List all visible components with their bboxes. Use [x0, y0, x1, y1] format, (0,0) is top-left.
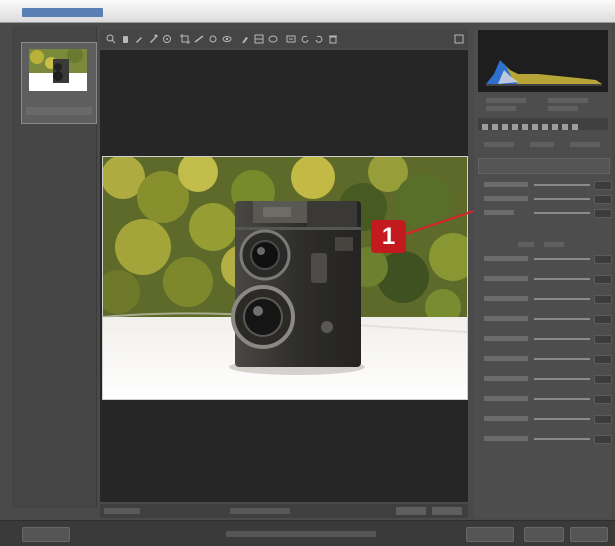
tone-curve-icon [492, 124, 498, 130]
adjustment-brush-icon[interactable] [240, 34, 250, 44]
spot-removal-icon[interactable] [208, 34, 218, 44]
open-image-button[interactable] [466, 527, 514, 542]
filmstrip-thumbnail[interactable] [21, 42, 97, 124]
slider-row[interactable] [484, 314, 612, 324]
slider-row[interactable] [484, 434, 612, 444]
basic-icon [482, 124, 488, 130]
filmstrip-heading [12, 28, 96, 42]
panel-tab-icons [482, 124, 578, 130]
detail-icon [502, 124, 508, 130]
tool-bar [100, 30, 468, 48]
zoom-icon[interactable] [106, 34, 116, 44]
white-balance-dropdown[interactable] [478, 158, 610, 174]
hsl-icon [512, 124, 518, 130]
histogram [478, 30, 608, 92]
rotate-right-icon[interactable] [314, 34, 324, 44]
target-adjust-icon[interactable] [162, 34, 172, 44]
slider-row[interactable] [484, 208, 612, 218]
slider-row[interactable] [484, 180, 612, 190]
slider-row[interactable] [484, 274, 612, 284]
preferences-icon[interactable] [286, 34, 296, 44]
tone-sliders [478, 254, 612, 454]
white-balance-icon[interactable] [134, 34, 144, 44]
panel-section-header [478, 136, 608, 152]
slider-row[interactable] [484, 394, 612, 404]
camera-photo-thumbnail [29, 49, 87, 91]
slider-row[interactable] [484, 354, 612, 364]
radial-filter-icon[interactable] [268, 34, 278, 44]
split-toning-icon [522, 124, 528, 130]
camera-calibration-icon [552, 124, 558, 130]
workflow-options-link[interactable] [226, 531, 376, 537]
done-button[interactable] [570, 527, 608, 542]
filmstrip-panel [12, 26, 97, 508]
straighten-icon[interactable] [194, 34, 204, 44]
preview-toggle[interactable] [432, 507, 462, 515]
cancel-button[interactable] [524, 527, 564, 542]
presets-icon [562, 124, 568, 130]
slider-row[interactable] [484, 414, 612, 424]
graduated-filter-icon[interactable] [254, 34, 264, 44]
slider-row[interactable] [484, 194, 612, 204]
rotate-left-icon[interactable] [300, 34, 310, 44]
effects-icon [542, 124, 548, 130]
slider-row[interactable] [484, 334, 612, 344]
white-balance-sliders [478, 176, 612, 236]
filename-display [230, 508, 290, 514]
before-after-toggle[interactable] [396, 507, 426, 515]
thumbnail-filename [26, 107, 92, 115]
window-titlebar [0, 0, 615, 23]
auto-default-links [478, 240, 608, 250]
panel-tabs [478, 118, 608, 130]
slider-row[interactable] [484, 254, 612, 264]
save-image-button[interactable] [22, 527, 70, 542]
slider-row[interactable] [484, 374, 612, 384]
lens-icon [532, 124, 538, 130]
preview-status-bar [100, 504, 468, 518]
snapshots-icon [572, 124, 578, 130]
histogram-graph [486, 60, 602, 86]
fullscreen-icon[interactable] [454, 34, 464, 44]
zoom-level-control[interactable] [104, 508, 140, 514]
camera-info [478, 96, 608, 114]
color-sampler-icon[interactable] [148, 34, 158, 44]
app-title [22, 8, 103, 17]
crop-icon[interactable] [180, 34, 190, 44]
hand-icon[interactable] [120, 34, 130, 44]
bottom-toolbar [0, 520, 615, 546]
trash-icon[interactable] [328, 34, 338, 44]
red-eye-icon[interactable] [222, 34, 232, 44]
slider-row[interactable] [484, 294, 612, 304]
